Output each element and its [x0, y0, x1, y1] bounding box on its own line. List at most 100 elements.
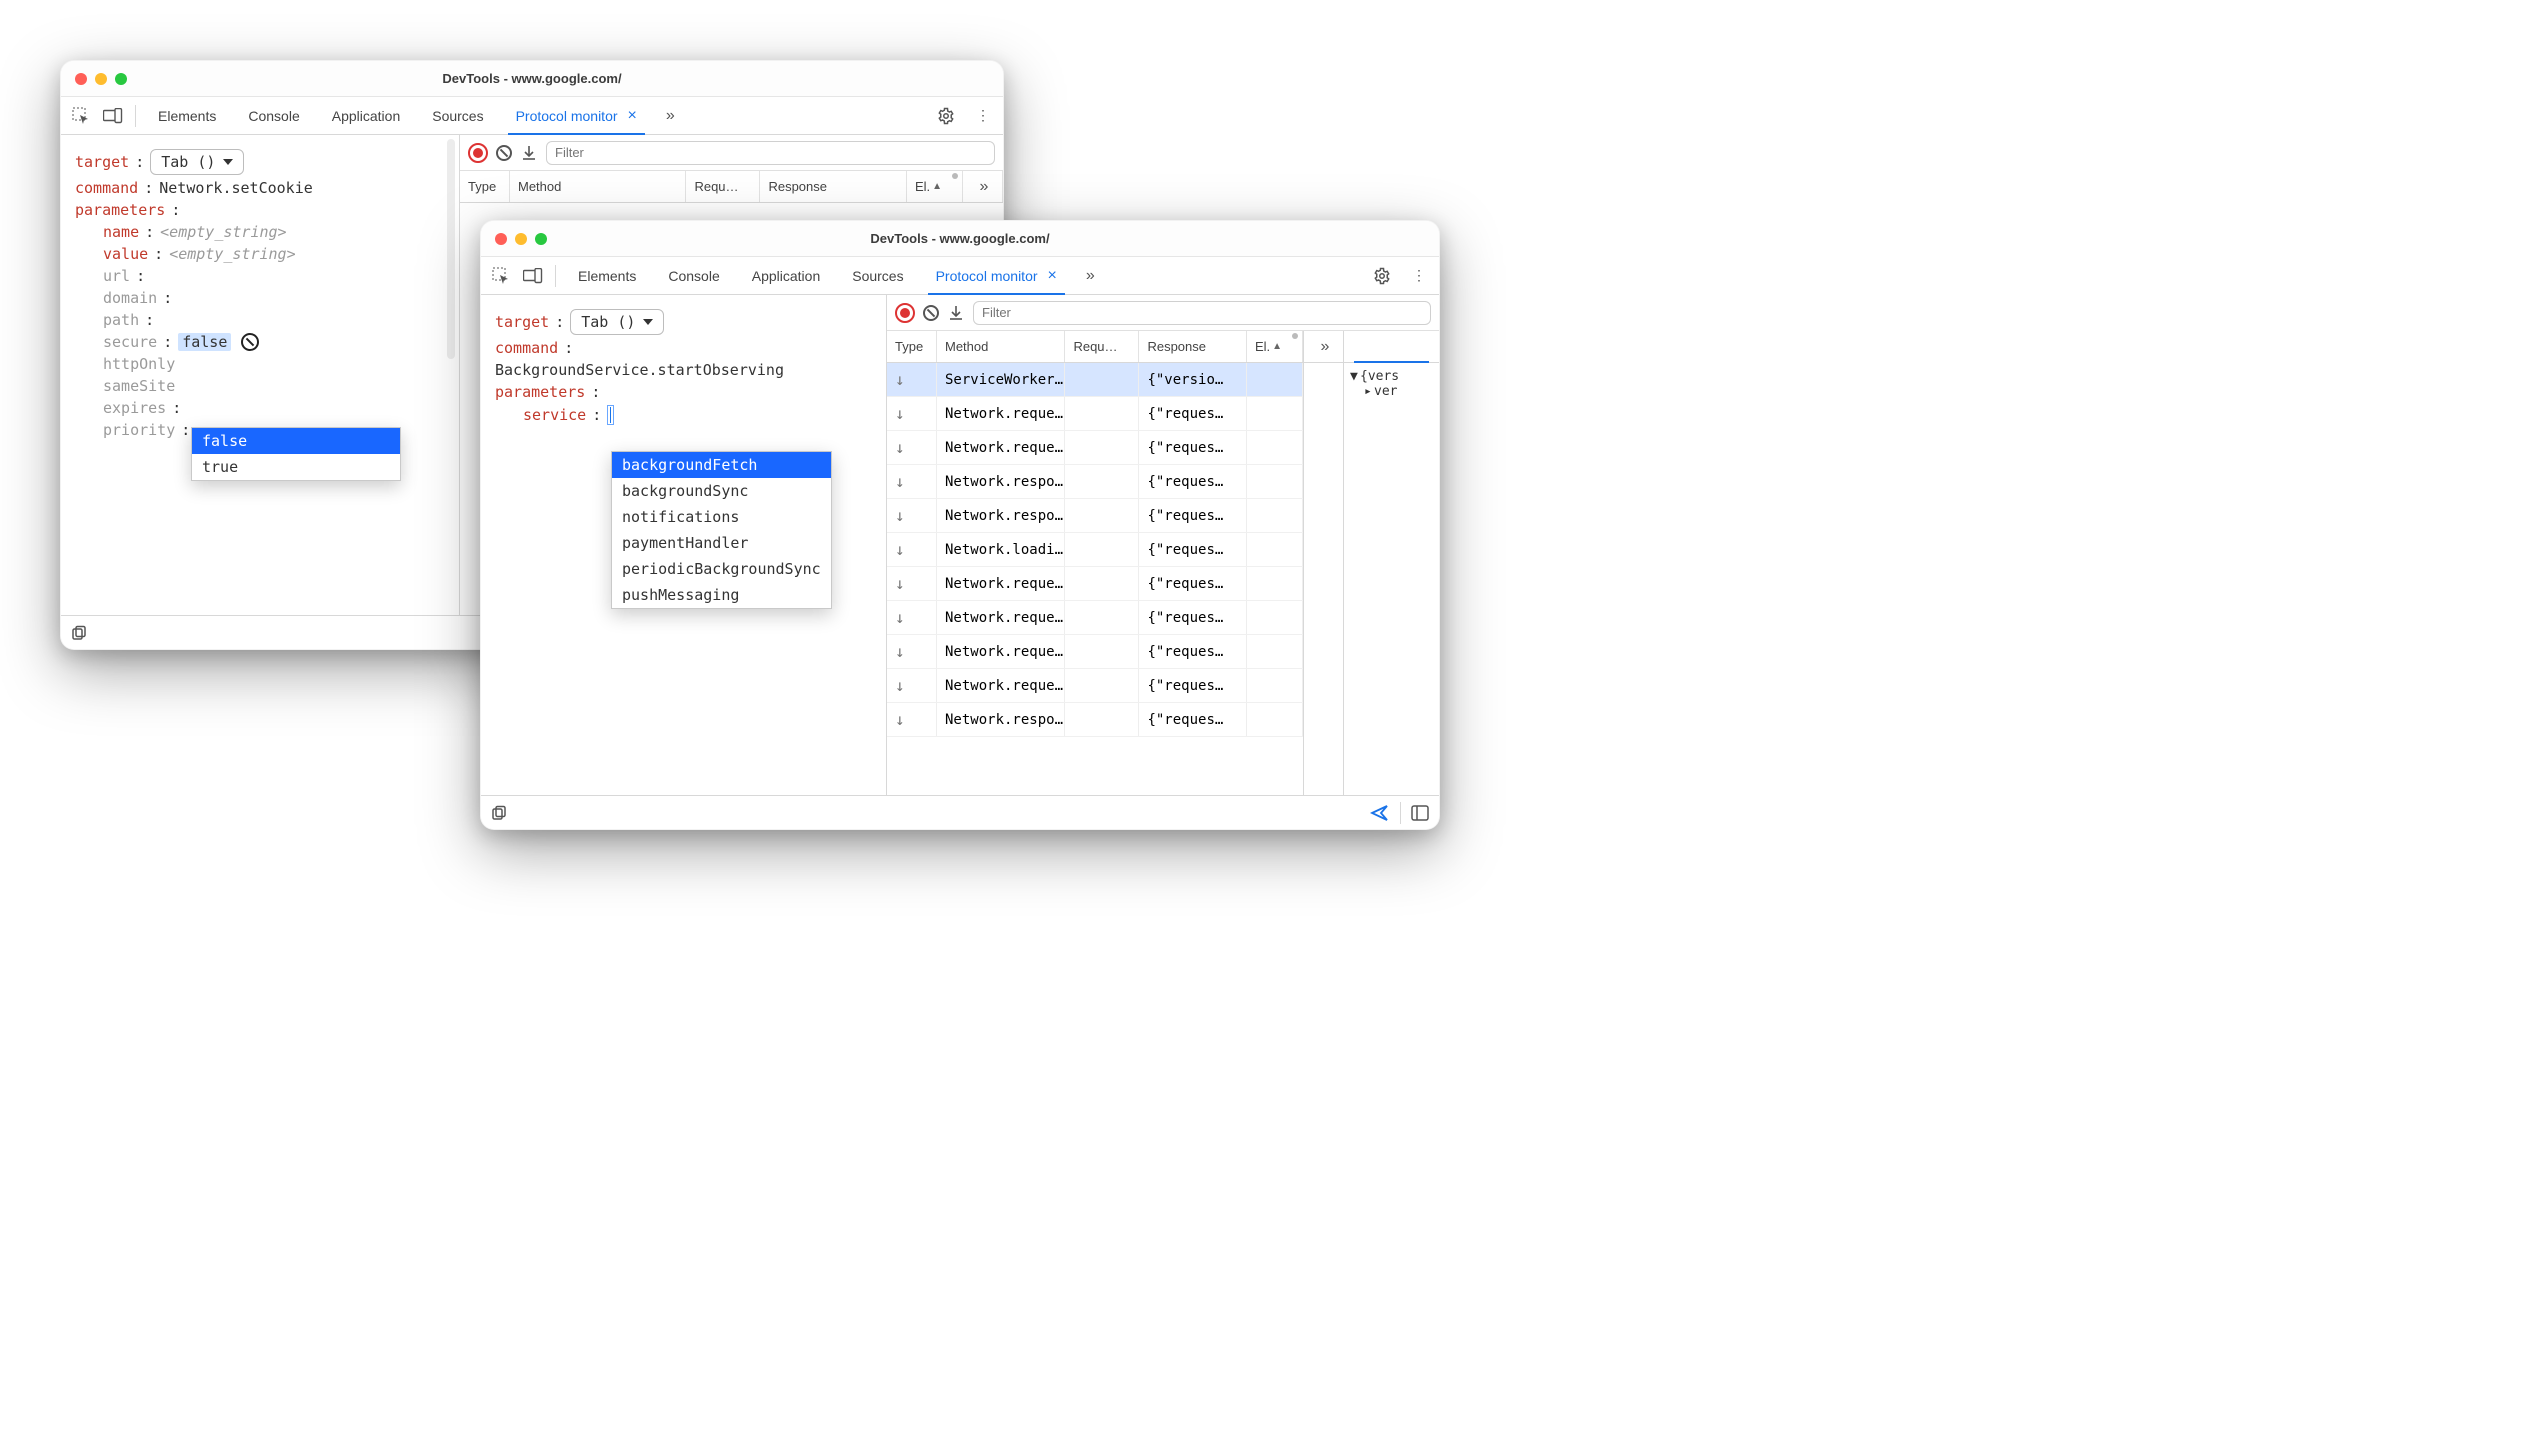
- col-elapsed[interactable]: El.▲: [907, 171, 963, 202]
- tab-application[interactable]: Application: [318, 97, 415, 134]
- detail-tab[interactable]: [1344, 331, 1439, 363]
- filter-input[interactable]: [546, 141, 995, 165]
- more-tabs-icon[interactable]: »: [655, 102, 683, 130]
- more-tabs-icon[interactable]: »: [1075, 262, 1103, 290]
- command-value[interactable]: BackgroundService.startObserving: [495, 361, 784, 379]
- filter-input[interactable]: [973, 301, 1431, 325]
- col-type[interactable]: Type: [460, 171, 510, 202]
- settings-icon[interactable]: [937, 107, 965, 125]
- table-row[interactable]: ↓Network.respo…{"reques…: [887, 499, 1303, 533]
- maximize-icon[interactable]: [535, 233, 547, 245]
- table-row[interactable]: ↓Network.reque…{"reques…: [887, 567, 1303, 601]
- more-columns-icon[interactable]: »: [1304, 331, 1343, 362]
- tab-protocol-monitor[interactable]: Protocol monitor ×: [922, 257, 1071, 294]
- param-path[interactable]: path: [103, 311, 139, 329]
- kebab-menu-icon[interactable]: ⋮: [1405, 267, 1433, 284]
- param-secure-value[interactable]: false: [178, 333, 231, 351]
- autocomplete-item[interactable]: backgroundSync: [612, 478, 831, 504]
- tab-elements[interactable]: Elements: [144, 97, 230, 134]
- param-expires[interactable]: expires: [103, 399, 166, 417]
- close-icon[interactable]: [495, 233, 507, 245]
- minimize-icon[interactable]: [515, 233, 527, 245]
- tab-console[interactable]: Console: [654, 257, 733, 294]
- tab-elements[interactable]: Elements: [564, 257, 650, 294]
- autocomplete-item[interactable]: pushMessaging: [612, 582, 831, 608]
- device-toolbar-icon[interactable]: [99, 102, 127, 130]
- col-request[interactable]: Requ…: [686, 171, 760, 202]
- toggle-pane-icon[interactable]: [1411, 805, 1429, 821]
- autocomplete-item[interactable]: true: [192, 454, 400, 480]
- tree-root[interactable]: ▼{vers: [1350, 369, 1433, 384]
- param-domain[interactable]: domain: [103, 289, 157, 307]
- maximize-icon[interactable]: [115, 73, 127, 85]
- settings-icon[interactable]: [1373, 267, 1401, 285]
- clear-log-icon[interactable]: [496, 145, 512, 161]
- tab-sources[interactable]: Sources: [418, 97, 497, 134]
- clear-log-icon[interactable]: [923, 305, 939, 321]
- clear-value-icon[interactable]: [241, 333, 259, 351]
- param-value[interactable]: value: [103, 245, 148, 263]
- inspect-element-icon[interactable]: [67, 102, 95, 130]
- tab-console[interactable]: Console: [234, 97, 313, 134]
- tab-sources[interactable]: Sources: [838, 257, 917, 294]
- col-elapsed[interactable]: El.▲: [1247, 331, 1303, 362]
- copy-icon[interactable]: [491, 805, 507, 821]
- tab-application[interactable]: Application: [738, 257, 835, 294]
- tab-protocol-monitor[interactable]: Protocol monitor ×: [502, 97, 651, 134]
- col-request[interactable]: Requ…: [1065, 331, 1139, 362]
- autocomplete-item[interactable]: periodicBackgroundSync: [612, 556, 831, 582]
- inspect-element-icon[interactable]: [487, 262, 515, 290]
- download-icon[interactable]: [520, 144, 538, 162]
- col-method[interactable]: Method: [937, 331, 1065, 362]
- param-service-input[interactable]: [607, 405, 614, 425]
- cell-method: Network.loadi…: [937, 533, 1065, 566]
- col-response[interactable]: Response: [1139, 331, 1247, 362]
- more-columns-icon[interactable]: »: [963, 171, 1003, 202]
- kebab-menu-icon[interactable]: ⋮: [969, 107, 997, 124]
- table-row[interactable]: ↓Network.reque…{"reques…: [887, 669, 1303, 703]
- autocomplete-item[interactable]: notifications: [612, 504, 831, 530]
- col-type[interactable]: Type: [887, 331, 937, 362]
- send-icon[interactable]: [1370, 803, 1390, 823]
- cell-method: Network.reque…: [937, 635, 1065, 668]
- autocomplete-item[interactable]: backgroundFetch: [612, 452, 831, 478]
- autocomplete-item[interactable]: paymentHandler: [612, 530, 831, 556]
- close-icon[interactable]: [75, 73, 87, 85]
- record-icon[interactable]: [468, 143, 488, 163]
- record-icon[interactable]: [895, 303, 915, 323]
- download-icon[interactable]: [947, 304, 965, 322]
- param-name[interactable]: name: [103, 223, 139, 241]
- target-select[interactable]: Tab (): [570, 309, 664, 335]
- param-priority[interactable]: priority: [103, 421, 175, 439]
- device-toolbar-icon[interactable]: [519, 262, 547, 290]
- sort-icon: ▲: [1272, 341, 1282, 352]
- copy-icon[interactable]: [71, 625, 87, 641]
- arrow-down-icon: ↓: [895, 438, 905, 457]
- autocomplete-item[interactable]: false: [192, 428, 400, 454]
- target-select[interactable]: Tab (): [150, 149, 244, 175]
- param-secure[interactable]: secure: [103, 333, 157, 351]
- col-method[interactable]: Method: [510, 171, 686, 202]
- table-row[interactable]: ↓Network.reque…{"reques…: [887, 431, 1303, 465]
- param-samesite[interactable]: sameSite: [103, 377, 175, 395]
- tree-child[interactable]: ▸ver: [1350, 384, 1433, 399]
- chevron-down-icon: [643, 319, 653, 325]
- scrollbar-thumb[interactable]: [447, 139, 455, 359]
- tabbar: Elements Console Application Sources Pro…: [481, 257, 1439, 295]
- table-row[interactable]: ↓ServiceWorker…{"versio…: [887, 363, 1303, 397]
- command-value[interactable]: Network.setCookie: [159, 179, 313, 197]
- close-tab-icon[interactable]: ×: [628, 107, 637, 125]
- table-row[interactable]: ↓Network.respo…{"reques…: [887, 703, 1303, 737]
- table-row[interactable]: ↓Network.loadi…{"reques…: [887, 533, 1303, 567]
- close-tab-icon[interactable]: ×: [1048, 267, 1057, 285]
- table-row[interactable]: ↓Network.respo…{"reques…: [887, 465, 1303, 499]
- table-row[interactable]: ↓Network.reque…{"reques…: [887, 601, 1303, 635]
- param-url[interactable]: url: [103, 267, 130, 285]
- param-httponly[interactable]: httpOnly: [103, 355, 175, 373]
- table-row[interactable]: ↓Network.reque…{"reques…: [887, 397, 1303, 431]
- arrow-down-icon: ↓: [895, 370, 905, 389]
- table-row[interactable]: ↓Network.reque…{"reques…: [887, 635, 1303, 669]
- col-response[interactable]: Response: [760, 171, 907, 202]
- param-service[interactable]: service: [523, 406, 586, 424]
- minimize-icon[interactable]: [95, 73, 107, 85]
